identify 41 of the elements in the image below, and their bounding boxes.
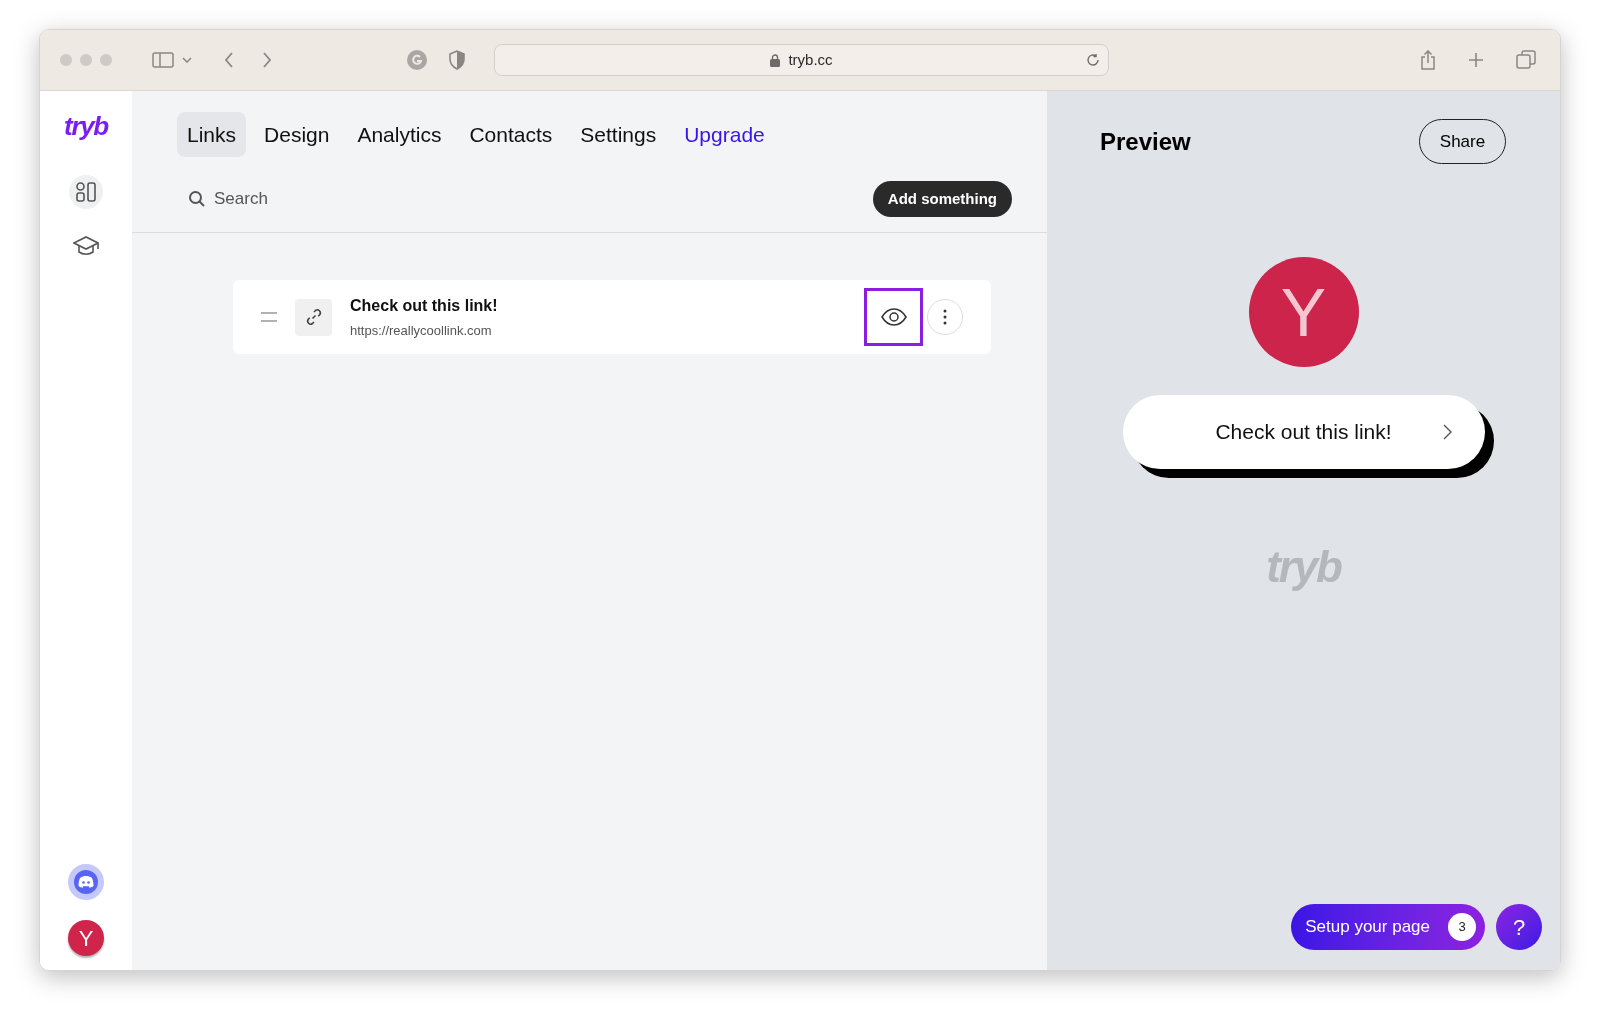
reload-icon[interactable]	[1086, 53, 1100, 67]
nav-tab[interactable]: Links	[177, 112, 247, 157]
more-icon	[943, 309, 947, 325]
add-something-button[interactable]: Add something	[872, 181, 1012, 217]
help-button[interactable]: ?	[1496, 904, 1542, 950]
search-icon	[188, 190, 206, 208]
link-card[interactable]: Check out this link! https://reallycoollink.com	[233, 280, 991, 354]
forward-icon[interactable]	[262, 52, 272, 68]
drag-handle-icon[interactable]	[260, 311, 278, 323]
new-tab-icon[interactable]	[1468, 52, 1484, 68]
extension-icon[interactable]	[406, 49, 428, 71]
link-url: https://reallycoollink.com	[350, 321, 493, 340]
discord-icon[interactable]	[68, 864, 104, 900]
nav-tab[interactable]: Settings	[570, 112, 667, 157]
graduation-cap-icon[interactable]	[73, 235, 99, 257]
setup-page-button[interactable]: Setup your page 3	[1291, 904, 1485, 950]
link-icon	[295, 298, 332, 336]
back-icon[interactable]	[224, 52, 234, 68]
count-badge: 3	[1448, 913, 1476, 941]
shield-icon[interactable]	[448, 50, 466, 70]
preview-title: Preview	[1100, 126, 1191, 157]
user-avatar[interactable]: Y	[68, 920, 104, 956]
link-title: Check out this link!	[350, 295, 498, 316]
dashboard-icon[interactable]	[69, 175, 103, 209]
tryb-logo[interactable]: tryb	[64, 113, 108, 139]
nav-tab[interactable]: Analytics	[347, 112, 452, 157]
chevron-down-icon[interactable]	[182, 57, 192, 63]
eye-icon	[879, 307, 908, 327]
address-bar[interactable]: tryb.cc	[494, 44, 1109, 76]
lock-icon	[770, 53, 781, 67]
profile-avatar: Y	[1248, 257, 1359, 367]
address-text: tryb.cc	[788, 49, 833, 70]
tabs-overview-icon[interactable]	[1516, 50, 1536, 70]
search-field[interactable]: Search	[214, 186, 454, 212]
nav-tab[interactable]: Upgrade	[674, 112, 775, 157]
visibility-toggle[interactable]	[864, 288, 923, 346]
nav-tab[interactable]: Design	[254, 112, 340, 157]
share-icon[interactable]	[1420, 50, 1436, 70]
chevron-right-icon	[1442, 424, 1452, 440]
sidebar-toggle-icon[interactable]	[152, 52, 174, 68]
nav-tab[interactable]: Contacts	[459, 112, 563, 157]
